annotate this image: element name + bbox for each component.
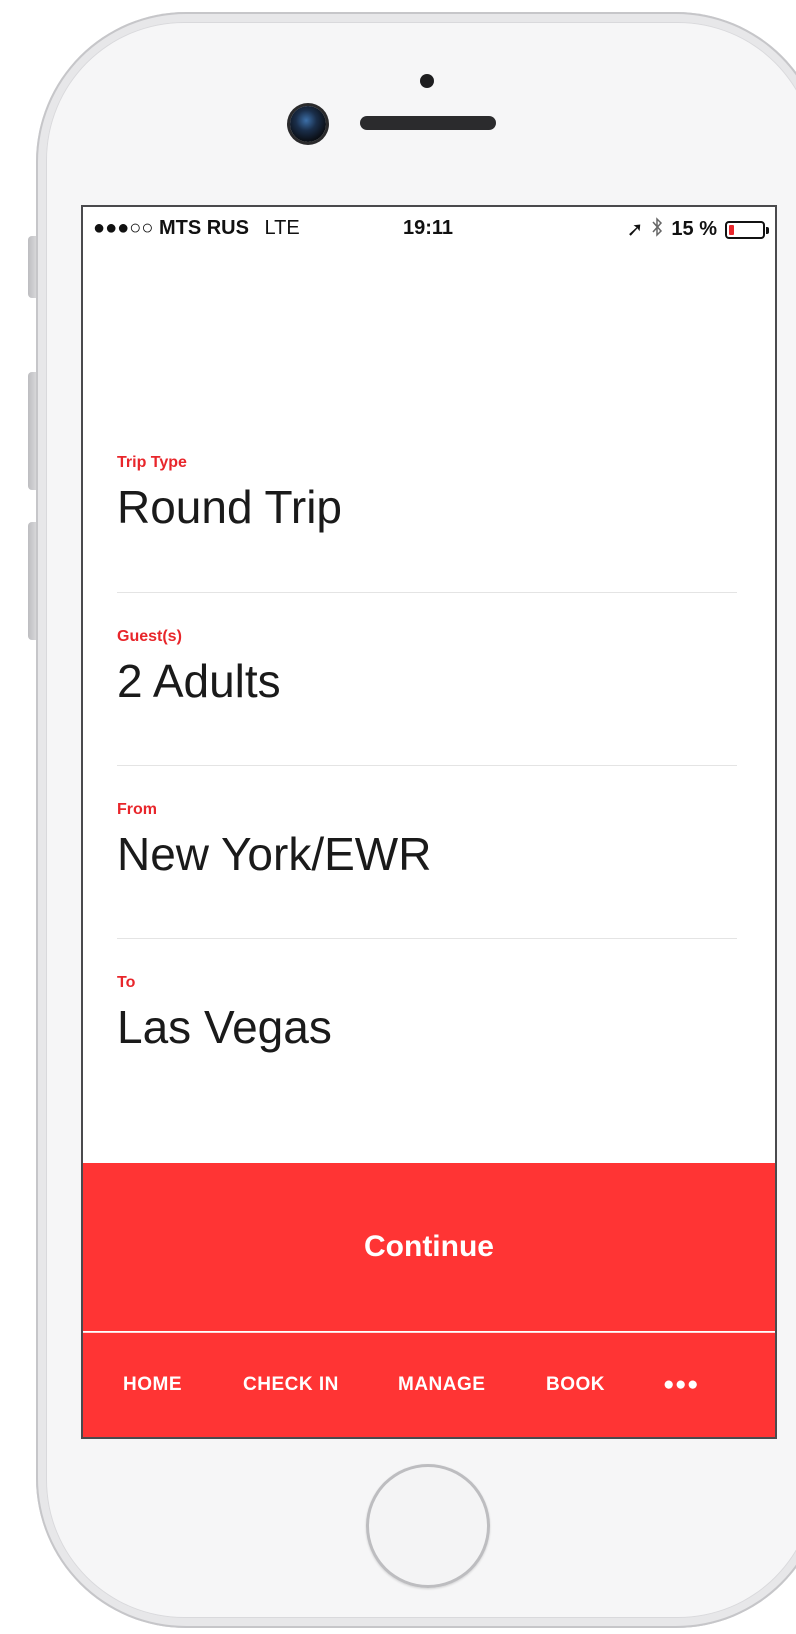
signal-strength-icon: ●●●○○ — [93, 217, 154, 239]
divider — [117, 765, 737, 766]
tab-home[interactable]: HOME — [123, 1333, 182, 1437]
tab-book[interactable]: BOOK — [546, 1333, 605, 1437]
home-button[interactable] — [366, 1464, 490, 1588]
front-camera — [290, 106, 326, 142]
bottom-tab-bar: HOME CHECK IN MANAGE BOOK ●●● — [83, 1332, 775, 1437]
status-time: 19:11 — [403, 217, 454, 239]
tab-more[interactable]: ●●● — [663, 1333, 699, 1437]
battery-percent: 15 % — [671, 218, 717, 240]
battery-icon — [725, 220, 769, 239]
app-screen: ●●●○○ MTS RUS LTE 19:11 ➚ 15 % Trip Type — [81, 205, 777, 1439]
carrier-name: MTS RUS — [158, 217, 249, 239]
tab-check-in[interactable]: CHECK IN — [243, 1333, 339, 1437]
to-value: Las Vegas — [117, 1001, 332, 1053]
divider — [117, 592, 737, 593]
divider — [117, 938, 737, 939]
guests-label: Guest(s) — [117, 628, 182, 645]
from-label: From — [117, 801, 157, 818]
guests-field[interactable]: Guest(s) 2 Adults — [117, 627, 737, 709]
status-right: ➚ 15 % — [626, 217, 769, 242]
location-arrow-icon: ➚ — [626, 219, 644, 241]
bluetooth-icon — [651, 217, 663, 242]
status-left: ●●●○○ MTS RUS LTE — [93, 217, 300, 240]
from-value: New York/EWR — [117, 828, 432, 880]
status-bar: ●●●○○ MTS RUS LTE 19:11 ➚ 15 % — [83, 207, 775, 247]
guests-value: 2 Adults — [117, 655, 281, 707]
from-field[interactable]: From New York/EWR — [117, 800, 737, 882]
to-field[interactable]: To Las Vegas — [117, 973, 737, 1055]
network-type: LTE — [264, 217, 300, 239]
trip-type-value: Round Trip — [117, 481, 343, 533]
to-label: To — [117, 974, 136, 991]
trip-type-label: Trip Type — [117, 454, 187, 471]
proximity-sensor — [420, 74, 434, 88]
battery-level — [729, 224, 734, 235]
trip-type-field[interactable]: Trip Type Round Trip — [117, 453, 737, 535]
tab-manage[interactable]: MANAGE — [398, 1333, 485, 1437]
device-mockup: ●●●○○ MTS RUS LTE 19:11 ➚ 15 % Trip Type — [0, 0, 796, 1634]
continue-button[interactable]: Continue — [83, 1163, 775, 1331]
earpiece-speaker — [360, 116, 496, 130]
